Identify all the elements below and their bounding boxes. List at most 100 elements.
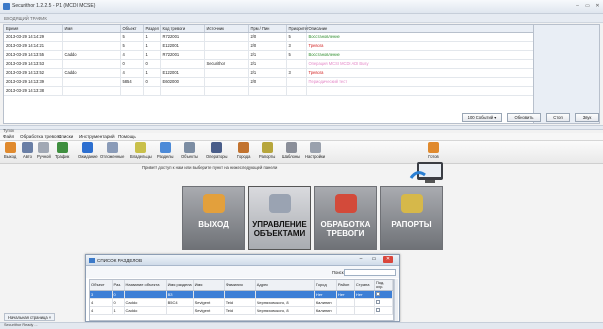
toolbar-button[interactable]: Ожидание [78,142,98,163]
zones-column-header[interactable]: Название объекта [124,280,167,291]
toolbar-button[interactable]: Авто [22,142,33,163]
events-table[interactable]: Время Имя Объект Раздел Код тревоги Источник П… [3,24,534,124]
reports-clipboard-icon [400,194,423,213]
toolbar-button[interactable]: Шаблоны [282,142,300,163]
toolbar-button[interactable]: Операторы [206,142,227,163]
dialog-titlebar: СПИСОК РАЗДЕЛОВ – ▭ ✕ [86,255,399,266]
toolbar-button[interactable]: Трафик [55,142,69,163]
events-column-header[interactable]: Время [4,25,63,33]
guard-checkbox[interactable] [375,300,380,305]
event-cell-desc: Восстановление [306,32,533,42]
toolbar-button[interactable]: Города [237,142,250,163]
menu-item[interactable]: Инструментарий [79,134,115,139]
restore-button[interactable]: ▭ [583,2,592,10]
zones-column-header[interactable]: Город [314,280,337,291]
zone-cell-fname: Sevigent [193,306,225,315]
event-cell-object: 5 [120,32,144,42]
zones-column-header[interactable]: Имя раздела [166,280,194,291]
toolbar-button[interactable]: Разделы [157,142,173,163]
dialog-minimize-button[interactable]: – [356,256,366,263]
dialog-restore-button[interactable]: ▭ [369,256,379,263]
zones-column-header[interactable]: Имя [193,280,225,291]
event-row[interactable]: 2013-03-29 14:13:53 0 0 Securithor 2/1 Операц… [4,59,533,69]
zones-column-header[interactable]: Фамилия [224,280,256,291]
event-cell-pin: 2/0 [248,32,287,42]
menu-item[interactable]: Обработка тревоги [20,134,61,139]
toolbar-button[interactable]: Ручной [37,142,51,163]
zones-table[interactable]: Объект Раз. Название объекта Имя раздела Имя… [89,279,394,321]
zones-column-header[interactable]: Раз. [112,280,125,291]
events-column-header[interactable]: Источник [204,25,249,33]
refresh-button[interactable]: Обновить [507,113,541,122]
event-row[interactable]: 2013-03-29 14:13:52 Caddo 4 1 E122001 2/1 3 Тре… [4,68,533,78]
zone-cell-city: Калинин [314,306,337,315]
zone-cell-zone: 0 [112,290,125,299]
search-input[interactable] [344,269,396,276]
big-button-4[interactable]: РАПОРТЫ [380,186,443,250]
event-row[interactable]: 2013-03-29 14:13:39 5854 0 E602000 2/0 Период… [4,77,533,87]
big-button-1[interactable]: ВЫХОД [182,186,245,250]
events-column-header[interactable]: Описание [306,25,533,33]
event-cell-priority: 5 [286,50,307,60]
big-button-label: УПРАВЛЕНИЕ ОБЪЕКТАМИ [252,220,307,238]
zone-cell-obj: 3 [90,290,113,299]
event-row[interactable]: 2013-03-29 14:14:21 5 1 E122001 2/0 3 Тревога [4,41,533,51]
big-button-3[interactable]: ОБРАБОТКА ТРЕВОГИ [314,186,377,250]
events-column-header[interactable]: Код тревоги [160,25,205,33]
zone-cell-district [336,306,355,315]
tab-start-page[interactable]: Начальная страница × [4,313,56,321]
alarm-processing-icon [334,194,357,213]
minimize-button[interactable]: – [573,2,582,10]
event-row[interactable]: 2013-03-29 14:13:38 [4,86,533,96]
window-titlebar: Securithor 1.2.2.5 - P1 (MCDI MCSE) – ▭ … [0,0,603,14]
zones-column-header[interactable]: Адрес [255,280,315,291]
zones-column-header[interactable]: Район [336,280,355,291]
app-icon [3,3,10,10]
toolbar-button-label: Выход [4,154,17,159]
guard-checkbox[interactable] [375,308,380,313]
zone-cell-lname [224,290,256,299]
objects-icon [183,142,195,153]
toolbar-button-label: Объекты [181,154,198,159]
event-count-select[interactable]: 100 Событий ▾ [462,113,502,122]
toolbar-button[interactable]: Настройки [305,142,325,163]
stop-button[interactable]: Стоп [546,113,570,122]
event-row[interactable]: 2013-03-29 14:14:29 5 1 R722001 2/0 5 Восстано… [4,32,533,42]
events-column-header[interactable]: Имя [62,25,121,33]
zone-cell-obj: 4 [90,306,113,315]
events-column-header[interactable]: Объект [120,25,144,33]
events-column-header[interactable]: Приоритет [286,25,309,33]
zone-cell-oname: Caddo [124,298,167,307]
big-button-2[interactable]: УПРАВЛЕНИЕ ОБЪЕКТАМИ [248,186,311,250]
event-cell-pin: 2/1 [248,68,287,78]
event-cell-pin: 2/0 [248,77,287,87]
zone-cell-obj: 4 [90,298,113,307]
zones-column-header[interactable]: Объект [90,280,113,291]
dialog-close-button[interactable]: ✕ [383,256,393,263]
close-button[interactable]: ✕ [593,2,602,10]
menu-item[interactable]: Файл [3,134,14,139]
event-row[interactable]: 2013-03-29 14:13:55 Caddo 4 1 R722001 2/1 5 Вос… [4,50,533,60]
toolbar-button[interactable]: Выход [4,142,16,163]
zone-row[interactable]: 4 1 Caddo Sevigent Teid Черняховского, 8 Калин… [90,306,393,315]
menu-item[interactable]: Помощь [118,134,136,139]
splitter[interactable] [0,125,603,130]
guard-checkbox[interactable] [375,292,380,297]
zones-column-header[interactable]: Под. охр. [374,280,393,291]
toolbar-button[interactable]: Рапорты [259,142,275,163]
events-column-header[interactable]: Прм / Пин [248,25,287,33]
toolbar-button[interactable]: Отложенные [100,142,124,163]
ready-icon [428,142,439,153]
event-cell-source [204,50,249,60]
zone-cell-country [354,306,375,315]
zone-cell-fname [193,290,225,299]
menu-item[interactable]: Списки [58,134,73,139]
dialog-scrollbar[interactable] [394,279,398,321]
toolbar-button[interactable]: Владельцы [130,142,152,163]
toolbar-button[interactable]: Объекты [181,142,198,163]
zone-row[interactable]: 3 0 ВЗ Нет Нет Нет [90,290,393,299]
sound-button[interactable]: Звук [575,113,599,122]
events-column-header[interactable]: Раздел [143,25,161,33]
zone-row[interactable]: 4 0 Caddo B5C4 Sevigent Teid Черняховского, 8К… [90,298,393,307]
zones-column-header[interactable]: Страна [354,280,375,291]
